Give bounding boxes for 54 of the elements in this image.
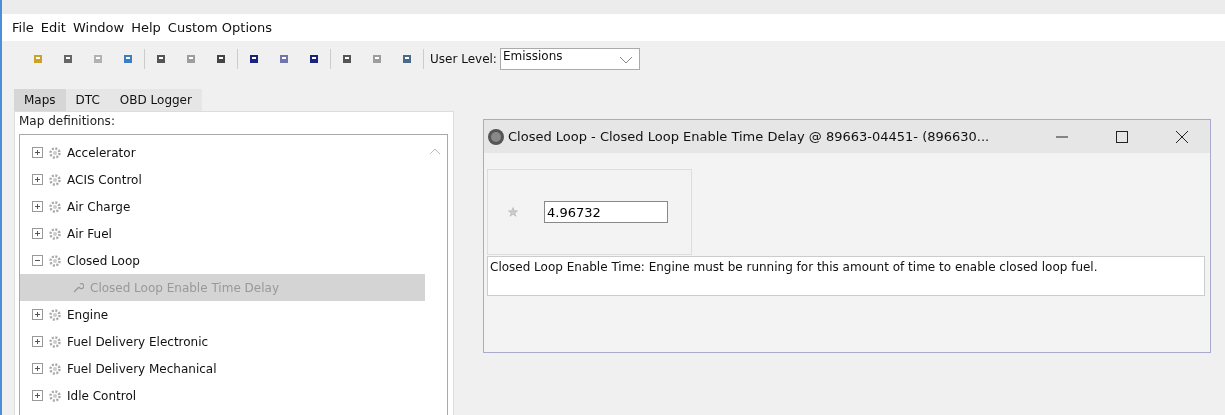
tab[interactable]: Maps	[14, 89, 66, 111]
tree-item[interactable]: Accelerator	[67, 145, 136, 160]
gear-icon	[49, 362, 61, 375]
toolbar-icon[interactable]	[248, 53, 260, 65]
gear-icon	[49, 173, 61, 186]
menu-item[interactable]: Edit	[40, 20, 66, 35]
caret-icon	[618, 56, 633, 64]
description-text: Closed Loop Enable Time: Engine must be running for this amount of time to enable closed loop fuel.	[487, 256, 1205, 296]
toolbar-icon[interactable]	[341, 53, 353, 65]
maximize-icon[interactable]	[1115, 129, 1129, 144]
expander-icon[interactable]	[32, 147, 43, 158]
gear-icon	[49, 146, 61, 159]
tab[interactable]: DTC	[65, 89, 110, 111]
expander-icon[interactable]	[32, 201, 43, 212]
expander-icon[interactable]	[32, 390, 43, 401]
expander-icon[interactable]	[32, 336, 43, 347]
gear-icon	[49, 227, 61, 240]
gear-icon	[49, 308, 61, 321]
user-level-dropdown[interactable]: Emissions	[499, 48, 640, 70]
toolbar-icon[interactable]	[308, 53, 320, 65]
expander-icon[interactable]	[32, 255, 43, 266]
close-icon[interactable]	[1175, 129, 1189, 144]
tab[interactable]: OBD Logger	[109, 89, 202, 111]
menu-item[interactable]: File	[12, 20, 34, 35]
menu-item[interactable]: Help	[131, 20, 161, 35]
expander-icon[interactable]	[32, 363, 43, 374]
toolbar-icon[interactable]	[401, 53, 413, 65]
value-field[interactable]: 4.96732	[544, 201, 668, 223]
tree-item[interactable]: Fuel Delivery Electronic	[67, 334, 209, 349]
tree-item[interactable]: Air Charge	[67, 199, 131, 214]
tree-item[interactable]: ACIS Control	[67, 172, 142, 187]
gear-icon	[49, 200, 61, 213]
star-icon	[508, 207, 518, 217]
menu-item[interactable]: Window	[72, 20, 125, 35]
tree-item[interactable]: Fuel Delivery Mechanical	[67, 361, 217, 376]
toolbar-icon[interactable]	[62, 53, 74, 65]
tree-item[interactable]: Closed Loop	[67, 253, 140, 268]
expander-icon[interactable]	[32, 174, 43, 185]
tree-item[interactable]: Engine	[67, 307, 109, 322]
toolbar-icon[interactable]	[155, 53, 167, 65]
user-level-label: User Level:	[430, 52, 497, 66]
expander-icon[interactable]	[32, 228, 43, 239]
window-title: Closed Loop - Closed Loop Enable Time Delay @ 89663-04451- (896630...	[508, 129, 991, 144]
group-title: Map definitions:	[19, 114, 116, 128]
wrench-icon	[72, 281, 84, 294]
menu-item[interactable]: Custom Options	[167, 20, 272, 35]
toolbar-icon[interactable]	[215, 53, 227, 65]
tree-item[interactable]: Air Fuel	[67, 226, 112, 241]
tree-item[interactable]: Idle Control	[67, 388, 137, 403]
app-logo-icon	[488, 128, 504, 145]
gear-icon	[49, 389, 61, 402]
expander-icon[interactable]	[32, 309, 43, 320]
gear-icon	[49, 254, 61, 267]
gear-icon	[49, 335, 61, 348]
